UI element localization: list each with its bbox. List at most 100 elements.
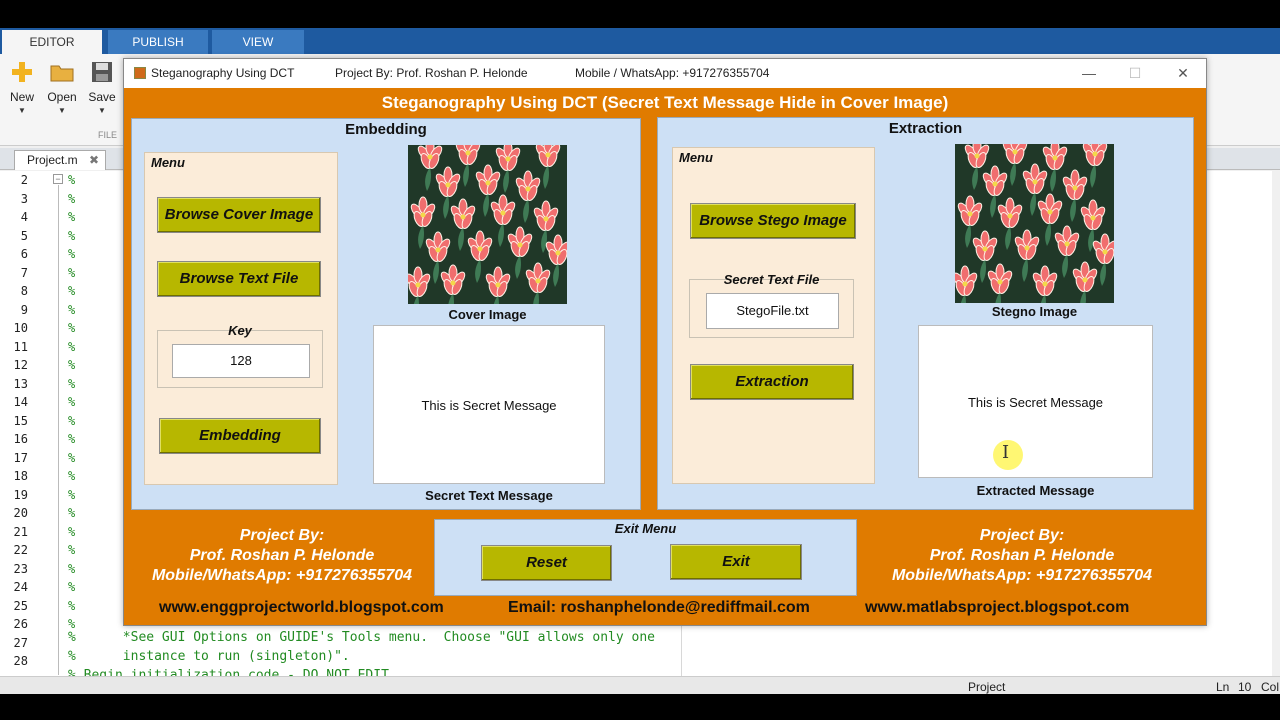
comment-marker: % xyxy=(68,339,76,354)
line-number: 11 xyxy=(13,339,28,354)
new-button-label: New xyxy=(9,90,34,104)
footer-right-line2: Prof. Roshan P. Helonde xyxy=(929,547,1115,564)
line-number: 18 xyxy=(13,469,28,483)
line-number: 19 xyxy=(13,487,28,502)
exit-button[interactable]: Exit xyxy=(670,544,802,580)
window-mobile: Mobile / WhatsApp: +917276355704 xyxy=(575,66,770,80)
status-bar: Project Ln 10 Col xyxy=(0,676,1280,694)
comment-marker: % xyxy=(68,265,76,280)
extraction-menu-label: Menu xyxy=(677,150,715,165)
tab-publish[interactable]: PUBLISH xyxy=(108,30,208,54)
reset-button[interactable]: Reset xyxy=(481,545,612,581)
line-number: 4 xyxy=(20,210,28,224)
tulip-image-icon xyxy=(955,144,1114,303)
tab-view[interactable]: VIEW xyxy=(212,30,304,54)
line-number: 17 xyxy=(13,450,28,465)
footer-website-2: www.matlabsproject.blogspot.com xyxy=(865,599,1130,616)
browse-text-file-button[interactable]: Browse Text File xyxy=(157,261,321,297)
line-number: 23 xyxy=(13,561,28,576)
status-ln: Ln xyxy=(1216,680,1230,694)
key-input[interactable]: 128 xyxy=(172,344,310,378)
comment-marker: % xyxy=(68,469,76,483)
line-number: 24 xyxy=(13,580,28,594)
comment-marker: % xyxy=(68,228,76,243)
save-button[interactable]: Save ▼ xyxy=(82,60,122,115)
line-number: 6 xyxy=(20,247,28,261)
line-number: 22 xyxy=(13,543,28,557)
maximize-button[interactable]: ☐ xyxy=(1120,63,1150,83)
line-number: 14 xyxy=(13,395,28,409)
comment-marker: % xyxy=(68,210,76,224)
tab-editor[interactable]: EDITOR xyxy=(2,30,102,54)
new-button[interactable]: New ▼ xyxy=(2,60,42,115)
line-number: 3 xyxy=(20,191,28,206)
footer-website-1: www.enggprojectworld.blogspot.com xyxy=(159,599,444,616)
key-label: Key xyxy=(228,323,252,338)
comment-marker: % xyxy=(68,284,76,298)
comment-marker: % xyxy=(68,617,76,631)
browse-stego-image-button[interactable]: Browse Stego Image xyxy=(690,203,856,239)
open-button-label: Open xyxy=(47,90,77,104)
comment-marker: % xyxy=(68,376,76,391)
footer-left-line1: Project By: xyxy=(239,527,325,544)
extraction-title: Extraction xyxy=(888,120,963,137)
secret-text-file-label: Secret Text File xyxy=(723,272,820,287)
secret-text-file-input[interactable]: StegoFile.txt xyxy=(706,293,839,329)
embedding-button[interactable]: Embedding xyxy=(159,418,321,454)
line-number: 15 xyxy=(13,413,28,428)
figure-window: Steganography Using DCT Project By: Prof… xyxy=(123,58,1207,626)
line-number: 9 xyxy=(20,302,28,317)
browse-cover-image-button[interactable]: Browse Cover Image xyxy=(157,197,321,233)
line-number: 28 xyxy=(13,654,28,668)
window-title: Steganography Using DCT xyxy=(151,66,295,80)
new-icon xyxy=(12,62,32,82)
extraction-button[interactable]: Extraction xyxy=(690,364,854,400)
desktop: EDITOR PUBLISH VIEW New ▼ Open ▼ Save ▼ … xyxy=(0,0,1280,720)
status-col: Col xyxy=(1261,680,1280,694)
save-button-label: Save xyxy=(88,90,116,104)
comment-marker: % xyxy=(68,506,76,520)
fold-toggle-icon[interactable]: − xyxy=(53,174,63,184)
footer-email: Email: roshanphelonde@rediffmail.com xyxy=(508,599,810,616)
exit-menu-label: Exit Menu xyxy=(614,521,677,536)
embedding-menu-label: Menu xyxy=(149,155,187,170)
embedding-menu: Menu Browse Cover Image Browse Text File… xyxy=(144,152,338,485)
minimize-button[interactable]: — xyxy=(1074,63,1104,83)
extracted-message-caption: Extracted Message xyxy=(976,483,1095,498)
chevron-down-icon: ▼ xyxy=(98,106,106,115)
chevron-down-icon: ▼ xyxy=(58,106,66,115)
status-ln-value: 10 xyxy=(1238,680,1252,694)
close-tab-icon[interactable]: ✖ xyxy=(89,151,99,169)
embedding-panel: Embedding Menu Browse Cover Image Browse… xyxy=(131,118,641,510)
comment-marker: % xyxy=(68,302,76,317)
window-project-by: Project By: Prof. Roshan P. Helonde xyxy=(335,66,528,80)
footer-right-line1: Project By: xyxy=(979,527,1065,544)
tab-project-m[interactable]: Project.m ✖ xyxy=(14,150,106,170)
line-number: 8 xyxy=(20,284,28,298)
ribbon-tab-bar: EDITOR PUBLISH VIEW xyxy=(0,28,1280,78)
cover-image xyxy=(408,145,567,304)
line-number: 25 xyxy=(13,598,28,613)
line-number: 16 xyxy=(13,432,28,446)
footer-right-line3: Mobile/WhatsApp: +917276355704 xyxy=(891,567,1153,584)
line-number: 7 xyxy=(20,265,28,280)
comment-marker: % xyxy=(68,358,76,372)
line-number: 10 xyxy=(13,321,28,335)
comment-marker: % xyxy=(68,247,76,261)
open-button[interactable]: Open ▼ xyxy=(42,60,82,115)
comment-marker: % xyxy=(68,173,76,187)
stego-image xyxy=(955,144,1114,303)
window-titlebar[interactable]: Steganography Using DCT Project By: Prof… xyxy=(124,59,1206,88)
extraction-menu: Menu Browse Stego Image Secret Text File… xyxy=(672,147,875,484)
extracted-message-box[interactable]: This is Secret Message xyxy=(918,325,1153,478)
text-cursor-icon: I xyxy=(1002,442,1010,463)
chevron-down-icon: ▼ xyxy=(18,106,26,115)
comment-marker: % xyxy=(68,543,76,557)
editor-scrollbar[interactable] xyxy=(1272,171,1280,676)
close-button[interactable]: ✕ xyxy=(1168,63,1198,83)
cover-image-caption: Cover Image xyxy=(448,307,527,322)
embedding-title: Embedding xyxy=(345,121,427,138)
comment-marker: % xyxy=(68,191,76,206)
footer-left-line3: Mobile/WhatsApp: +917276355704 xyxy=(151,567,413,584)
secret-message-box[interactable]: This is Secret Message xyxy=(373,325,605,484)
